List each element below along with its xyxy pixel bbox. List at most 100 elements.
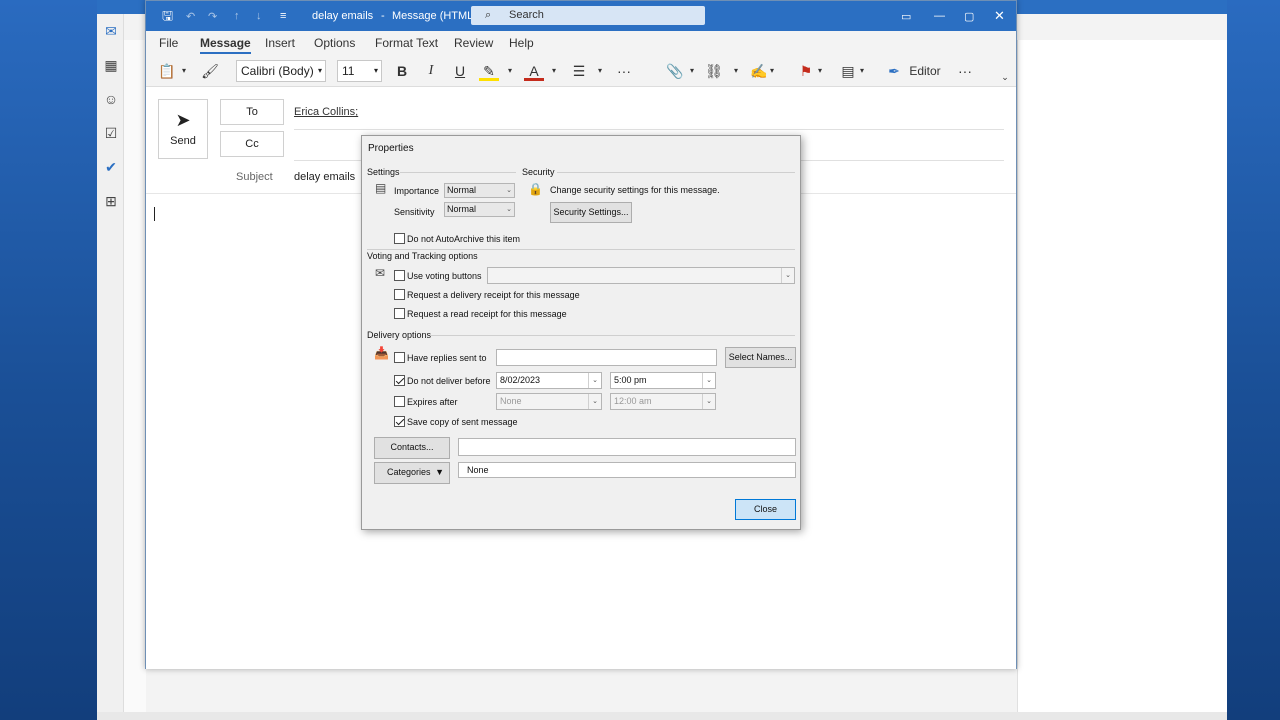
collapse-ribbon-icon[interactable]: ⌄	[998, 67, 1012, 87]
have-replies-checkbox[interactable]	[394, 352, 405, 363]
maximize-icon[interactable]: ▢	[964, 10, 974, 23]
select-names-button[interactable]: Select Names...	[725, 347, 796, 368]
search-placeholder: Search	[509, 9, 544, 21]
down-arrow-icon[interactable]: ↓	[256, 10, 262, 22]
customize-qat-icon[interactable]: ≡	[280, 10, 286, 22]
outlook-nav-bar: ✉ ▦ ☺ ☑ ✔ ⊞	[97, 14, 124, 720]
save-icon[interactable]: 🖫	[162, 7, 173, 29]
tags-icon[interactable]: ▤	[838, 61, 858, 81]
people-icon[interactable]: ☺	[102, 90, 120, 108]
editor-button[interactable]: Editor	[906, 61, 944, 81]
deliver-time-select[interactable]: 5:00 pm ⌄	[610, 372, 716, 389]
bullets-icon[interactable]: ☰	[569, 61, 589, 81]
mail-icon[interactable]: ✉	[102, 22, 120, 40]
tab-insert[interactable]: Insert	[265, 36, 295, 50]
flag-dropdown-icon[interactable]: ▾	[814, 61, 826, 81]
editor-icon[interactable]: ✒	[884, 61, 904, 81]
security-divider	[557, 172, 795, 173]
have-replies-label: Have replies sent to	[407, 353, 487, 363]
link-icon[interactable]: ⛓	[704, 61, 724, 81]
font-color-icon[interactable]: A	[524, 61, 544, 81]
chevron-down-icon: ⌄	[506, 187, 512, 194]
contacts-input[interactable]	[458, 438, 796, 456]
calendar-icon[interactable]: ▦	[102, 56, 120, 74]
read-receipt-checkbox[interactable]	[394, 308, 405, 319]
importance-select[interactable]: Normal ⌄	[444, 183, 515, 198]
subject-label: Subject	[236, 171, 273, 183]
chevron-down-icon: ⌄	[702, 394, 715, 409]
tasks-icon[interactable]: ☑	[102, 124, 120, 142]
paste-icon[interactable]: 📋	[156, 61, 178, 81]
link-dropdown-icon[interactable]: ▾	[730, 61, 742, 81]
attach-file-icon[interactable]: 📎	[665, 61, 685, 81]
more-options-icon[interactable]: ···	[954, 61, 976, 81]
save-copy-checkbox[interactable]	[394, 416, 405, 427]
italic-icon[interactable]: I	[421, 61, 441, 81]
bold-icon[interactable]: B	[392, 61, 412, 81]
to-button[interactable]: To	[220, 99, 284, 125]
expires-date-picker[interactable]: None ⌄	[496, 393, 602, 410]
deliver-date-picker[interactable]: 8/02/2023 ⌄	[496, 372, 602, 389]
categories-label: Categories	[387, 467, 431, 477]
categories-button[interactable]: Categories ▼	[374, 462, 450, 484]
send-label: Send	[170, 135, 196, 147]
to-recipient[interactable]: Erica Collins;	[294, 106, 358, 118]
up-arrow-icon[interactable]: ↑	[234, 10, 240, 22]
bullets-dropdown-icon[interactable]: ▾	[594, 61, 606, 81]
search-input[interactable]: ⌕ Search	[471, 6, 705, 25]
close-button[interactable]: Close	[735, 499, 796, 520]
subject-input[interactable]: delay emails	[294, 171, 355, 183]
window-doc-type: Message (HTML)	[392, 10, 477, 22]
cc-button[interactable]: Cc	[220, 131, 284, 157]
close-icon[interactable]: ✕	[994, 8, 1005, 24]
desktop-background-left	[0, 0, 97, 720]
tab-file[interactable]: File	[159, 36, 178, 50]
expires-time-select[interactable]: 12:00 am ⌄	[610, 393, 716, 410]
properties-dialog: Properties Settings ▤ Importance Normal …	[361, 135, 801, 530]
format-painter-icon[interactable]: 🖌	[200, 61, 220, 81]
contacts-button[interactable]: Contacts...	[374, 437, 450, 459]
reading-pane	[1017, 40, 1227, 720]
font-name-select[interactable]: Calibri (Body) ▾	[236, 60, 326, 82]
delivery-receipt-checkbox[interactable]	[394, 289, 405, 300]
attach-dropdown-icon[interactable]: ▾	[686, 61, 698, 81]
dialog-title: Properties	[368, 143, 414, 154]
font-size-select[interactable]: 11 ▾	[337, 60, 382, 82]
underline-icon[interactable]: U	[450, 61, 470, 81]
ribbon-display-icon[interactable]: ▭	[901, 10, 911, 23]
send-button[interactable]: ➤ Send	[158, 99, 208, 159]
paste-dropdown-icon[interactable]: ▾	[178, 61, 190, 81]
security-settings-button[interactable]: Security Settings...	[550, 202, 632, 223]
todo-check-icon[interactable]: ✔	[102, 158, 120, 176]
redo-icon[interactable]: ↷	[208, 10, 217, 23]
highlight-icon[interactable]: ✎	[479, 61, 499, 81]
expires-after-checkbox[interactable]	[394, 396, 405, 407]
caret-down-icon: ▼	[435, 467, 444, 477]
deliver-time-value: 5:00 pm	[614, 375, 647, 385]
undo-icon[interactable]: ↶	[186, 10, 195, 23]
replies-to-input[interactable]	[496, 349, 717, 366]
tab-help[interactable]: Help	[509, 36, 534, 50]
font-color-dropdown-icon[interactable]: ▾	[548, 61, 560, 81]
body-cursor[interactable]	[154, 207, 155, 221]
categories-value: None	[458, 462, 796, 478]
security-lock-icon: 🔒	[528, 182, 543, 196]
tab-review[interactable]: Review	[454, 36, 493, 50]
minimize-icon[interactable]: —	[934, 10, 945, 22]
tags-dropdown-icon[interactable]: ▾	[856, 61, 868, 81]
tab-format-text[interactable]: Format Text	[375, 36, 438, 50]
do-not-deliver-checkbox[interactable]	[394, 375, 405, 386]
autoarchive-checkbox[interactable]	[394, 233, 405, 244]
use-voting-checkbox[interactable]	[394, 270, 405, 281]
highlight-dropdown-icon[interactable]: ▾	[504, 61, 516, 81]
tab-message[interactable]: Message	[200, 36, 251, 54]
chevron-down-icon: ⌄	[781, 268, 794, 283]
voting-buttons-select[interactable]: ⌄	[487, 267, 795, 284]
sensitivity-select[interactable]: Normal ⌄	[444, 202, 515, 217]
tab-options[interactable]: Options	[314, 36, 355, 50]
flag-icon[interactable]: ⚑	[796, 61, 816, 81]
chevron-down-icon: ⌄	[506, 206, 512, 213]
apps-icon[interactable]: ⊞	[102, 192, 120, 210]
more-format-icon[interactable]: ···	[613, 61, 635, 81]
signature-dropdown-icon[interactable]: ▾	[766, 61, 778, 81]
